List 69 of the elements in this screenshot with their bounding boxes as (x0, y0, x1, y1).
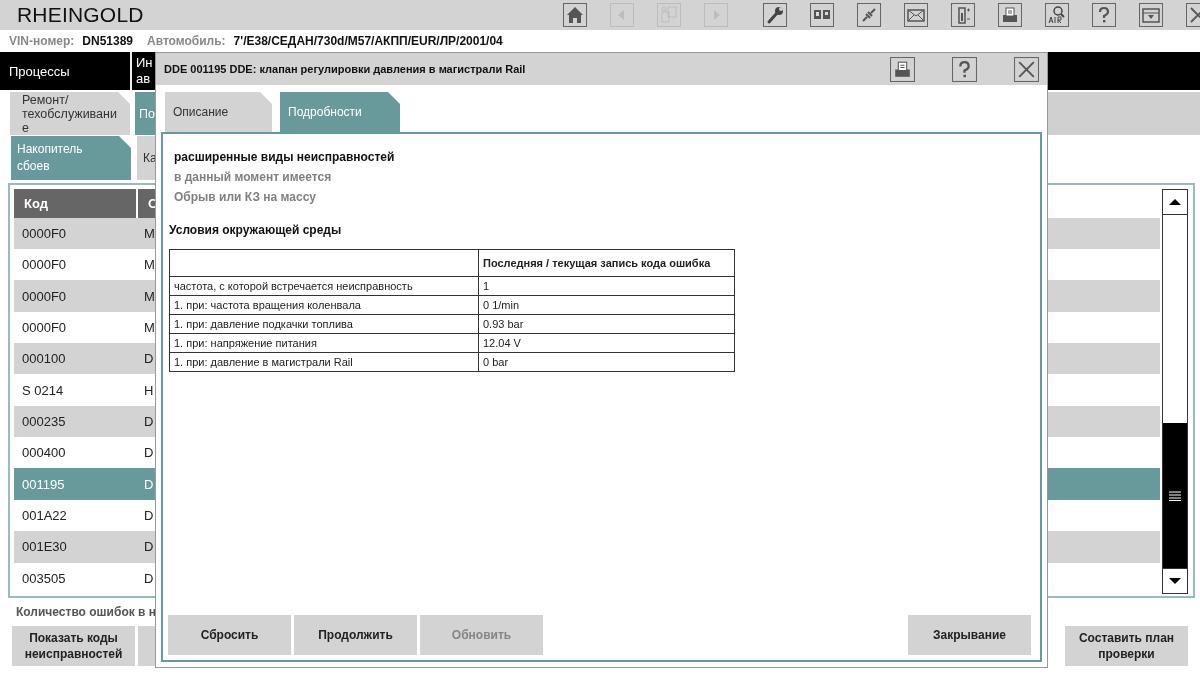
panels-icon[interactable] (810, 3, 834, 27)
table-cell-text: M (143, 318, 156, 337)
conditions-heading: Условия окружающей среды (169, 222, 343, 239)
table-cell-text: 003505 (21, 569, 67, 588)
table-cell-text: 000235 (21, 412, 67, 431)
table-cell: 0.93 bar (478, 314, 735, 334)
section-tab[interactable]: Ремонт/ техобслуживани е (10, 92, 130, 135)
vehicle-value: 7'/E38/СЕДАН/730d/M57/АКПП/EUR/ЛР/2001/04 (233, 34, 503, 48)
vin-label: VIN-номер: (9, 34, 75, 48)
table-cell-text: D (143, 507, 155, 525)
dialog-title: DDE 001195 DDE: клапан регулировки давления в магистрали Rail (164, 63, 526, 75)
table-cell-text: H (143, 381, 155, 400)
table-cell-text: 001E30 (21, 538, 68, 557)
table-cell: 1. при: частота вращения коленвала (169, 295, 479, 315)
table-cell: 0 1/min (478, 295, 735, 315)
app-title: RHEINGOLD (17, 3, 144, 27)
table-cell: 12.04 V (478, 333, 735, 353)
vin-value: DN51389 (82, 34, 133, 48)
table-cell-text: 0000F0 (21, 256, 68, 275)
table-cell-text: D (143, 412, 155, 431)
dialog-tab[interactable]: Описание (165, 92, 272, 132)
dialog-button[interactable]: Продолжить (294, 615, 417, 655)
scroll-up-button[interactable] (1162, 189, 1188, 215)
table-cell: 1. при: давление в магистрали Rail (169, 352, 479, 372)
action-button[interactable]: Показать коды неисправностей (12, 626, 135, 666)
table-cell: 1. при: напряжение питания (169, 333, 479, 353)
table-cell-text: D (143, 569, 155, 588)
plug-icon[interactable] (857, 3, 881, 27)
process-tab[interactable]: Процессы (0, 52, 132, 90)
grip-icon (1169, 490, 1181, 501)
table-cell-text: 0000F0 (21, 318, 68, 337)
help-icon[interactable] (1092, 3, 1116, 27)
table-cell-text: 000400 (21, 444, 67, 463)
table-cell-text: S 0214 (21, 381, 65, 400)
table-cell-text: D (143, 538, 155, 557)
scrollbar-thumb[interactable] (1163, 423, 1187, 568)
vehicle-label: Автомобиль: (147, 34, 226, 48)
dialog-button[interactable]: Закрывание (908, 615, 1031, 655)
battery-icon[interactable] (951, 3, 975, 27)
action-button[interactable]: Составить план проверки (1065, 626, 1188, 666)
column-header: Код (14, 189, 136, 218)
fault-count-text: Количество ошибок в н (15, 604, 158, 621)
table-cell-text: M (143, 256, 156, 275)
fault-type-heading: расширенные виды неисправностей (173, 149, 396, 166)
mail-icon[interactable] (904, 3, 928, 27)
printer-icon[interactable] (998, 3, 1022, 27)
tray-icon[interactable] (1139, 3, 1163, 27)
fault-description-text: Обрыв или КЗ на массу (173, 189, 318, 206)
table-cell: частота, с которой встречается неисправность (169, 276, 479, 296)
table-cell: 0 bar (478, 352, 735, 372)
table-cell-text: 0000F0 (21, 224, 68, 243)
home-icon[interactable] (563, 3, 587, 27)
table-cell-text: 001195 (21, 475, 66, 494)
table-cell-text: D (143, 475, 155, 494)
scroll-down-button[interactable] (1162, 568, 1188, 594)
table-cell: 1. при: давление подкачки топлива (169, 314, 479, 334)
table-cell-text: 000100 (21, 350, 67, 369)
wrench-icon[interactable] (763, 3, 787, 27)
table-cell: 1 (478, 276, 735, 296)
column-header: Последняя / текущая запись кода ошибка (478, 249, 735, 277)
table-cell-text: 0000F0 (21, 287, 68, 306)
table-cell-text: M (143, 287, 156, 306)
table-cell-text: M (143, 224, 156, 243)
dialog-button[interactable]: Сбросить (168, 615, 291, 655)
table-cell-text: D (143, 444, 155, 463)
table-cell-text: 001A22 (21, 507, 68, 525)
air-magnifier-icon[interactable] (1045, 3, 1069, 27)
table-cell-text: D (143, 350, 155, 369)
fault-status-text: в данный момент имеется (173, 169, 333, 186)
